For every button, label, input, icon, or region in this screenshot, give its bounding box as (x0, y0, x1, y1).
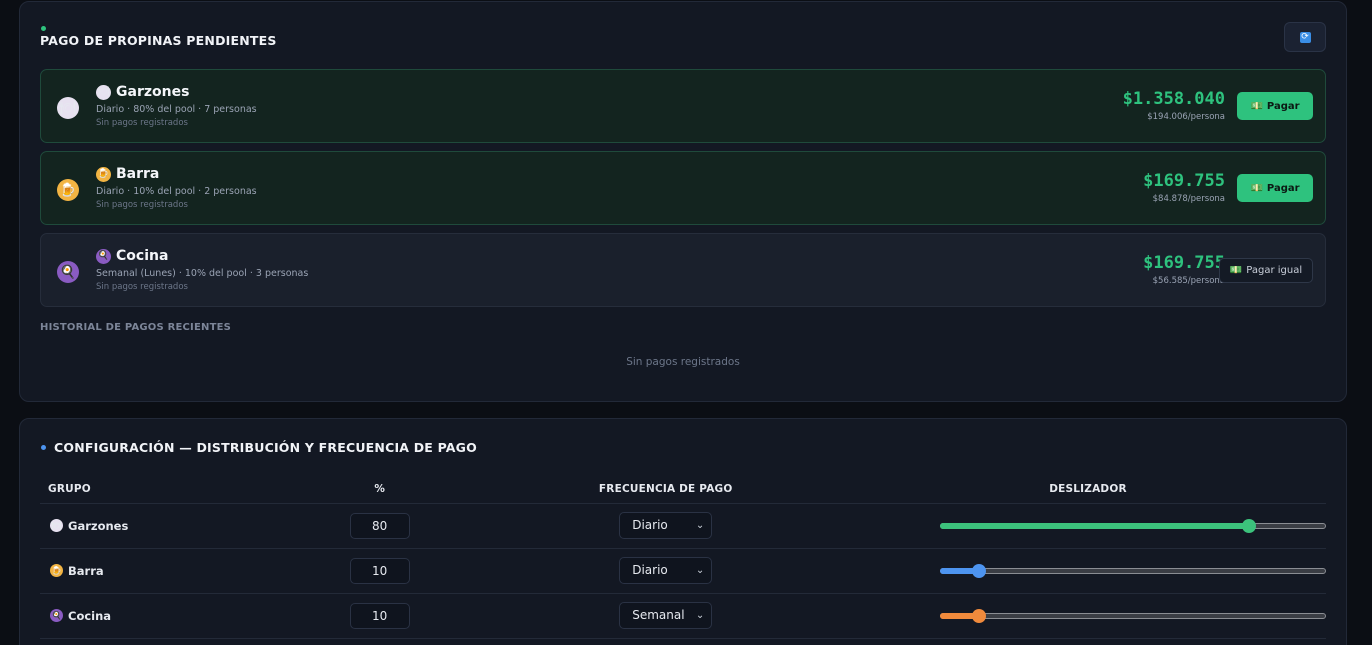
refresh-button[interactable]: ⟳ (1284, 22, 1326, 52)
slider-track (939, 612, 1326, 619)
beer-icon: 🍺 (50, 564, 63, 577)
cash-icon: 💵 (1229, 265, 1243, 276)
header-percent: % (277, 475, 482, 504)
plate-icon: 🍽 (50, 519, 63, 532)
group-history: Sin pagos registrados (96, 118, 188, 128)
beer-icon: 🍺 (96, 166, 111, 182)
pay-button[interactable]: 💵 Pagar (1237, 174, 1313, 202)
group-amount: $169.755 (1143, 171, 1225, 191)
pay-anyway-button[interactable]: 💵 Pagar igual (1219, 258, 1313, 283)
pay-button-label: Pagar (1266, 100, 1300, 112)
panel-title: CONFIGURACIÓN — DISTRIBUCIÓN Y FRECUENCI… (54, 440, 477, 455)
pay-button-label: Pagar (1266, 182, 1300, 194)
header-slider: DESLIZADOR (849, 475, 1326, 504)
table-row: 🍺 Barra 10 Diario ⌄ (40, 548, 1326, 594)
percent-input[interactable]: 10 (349, 602, 410, 629)
history-empty-note: Sin pagos registrados (626, 356, 740, 368)
group-name: Cocina (116, 248, 169, 264)
frequency-value: Diario (632, 518, 668, 532)
panel-title: PAGO DE PROPINAS PENDIENTES (40, 33, 277, 48)
group-name: Garzones (68, 518, 129, 533)
config-table: GRUPO % FRECUENCIA DE PAGO DESLIZADOR 🍽 … (40, 475, 1326, 639)
group-history: Sin pagos registrados (96, 200, 188, 210)
chevron-down-icon: ⌄ (695, 565, 705, 576)
chevron-down-icon: ⌄ (695, 520, 705, 531)
distribution-slider[interactable] (939, 518, 1326, 533)
group-history: Sin pagos registrados (96, 282, 188, 292)
table-header-row: GRUPO % FRECUENCIA DE PAGO DESLIZADOR (40, 475, 1326, 504)
status-dot (41, 26, 46, 31)
group-description: Semanal (Lunes) · 10% del pool · 3 perso… (96, 268, 309, 279)
table-row: 🍳 Cocina 10 Semanal ⌄ (40, 593, 1326, 639)
refresh-icon: ⟳ (1299, 31, 1311, 43)
config-panel: CONFIGURACIÓN — DISTRIBUCIÓN Y FRECUENCI… (19, 418, 1347, 645)
history-title: HISTORIAL DE PAGOS RECIENTES (40, 322, 232, 333)
group-card-barra: 🍺 🍺 Barra Diario · 10% del pool · 2 pers… (40, 151, 1326, 225)
group-per-person: $194.006/persona (1147, 112, 1225, 122)
frequency-select[interactable]: Diario ⌄ (619, 512, 713, 539)
frying-pan-icon: 🍳 (96, 248, 111, 264)
frequency-value: Semanal (632, 608, 685, 622)
cash-icon: 💵 (1250, 100, 1263, 112)
header-group: GRUPO (40, 475, 278, 504)
header-frequency: FRECUENCIA DE PAGO (481, 475, 850, 504)
distribution-slider[interactable] (939, 563, 1326, 578)
group-name: Barra (68, 563, 104, 578)
group-per-person: $56.585/persona (1152, 276, 1225, 286)
cash-icon: 💵 (1250, 182, 1263, 194)
group-amount: $169.755 (1143, 253, 1225, 273)
table-row: 🍽 Garzones 80 Diario ⌄ (40, 503, 1326, 549)
percent-input[interactable]: 80 (349, 512, 410, 539)
group-description: Diario · 80% del pool · 7 personas (96, 104, 257, 115)
group-name: Barra (116, 166, 160, 182)
frequency-value: Diario (632, 563, 668, 577)
slider-track (939, 567, 1326, 574)
slider-thumb[interactable] (971, 563, 986, 578)
slider-fill (939, 522, 1249, 529)
group-name: Garzones (116, 84, 190, 100)
status-dot (41, 445, 46, 450)
percent-input[interactable]: 10 (349, 557, 410, 584)
frequency-select[interactable]: Semanal ⌄ (619, 602, 713, 629)
group-card-cocina: 🍳 🍳 Cocina Semanal (Lunes) · 10% del poo… (40, 233, 1326, 307)
slider-thumb[interactable] (971, 608, 986, 623)
group-card-garzones: 🍽 🍽 Garzones Diario · 80% del pool · 7 p… (40, 69, 1326, 143)
plate-icon: 🍽 (57, 97, 79, 119)
beer-icon: 🍺 (57, 179, 79, 201)
pay-button[interactable]: 💵 Pagar (1237, 92, 1313, 120)
group-name: Cocina (68, 608, 112, 623)
plate-icon: 🍽 (96, 84, 111, 100)
pending-payments-panel: PAGO DE PROPINAS PENDIENTES ⟳ 🍽 🍽 Garzon… (19, 1, 1347, 402)
group-per-person: $84.878/persona (1152, 194, 1225, 204)
frying-pan-icon: 🍳 (57, 261, 79, 283)
distribution-slider[interactable] (939, 608, 1326, 623)
pay-button-label: Pagar igual (1246, 265, 1303, 276)
group-description: Diario · 10% del pool · 2 personas (96, 186, 257, 197)
slider-thumb[interactable] (1241, 518, 1256, 533)
chevron-down-icon: ⌄ (695, 610, 705, 621)
group-amount: $1.358.040 (1122, 89, 1225, 109)
frequency-select[interactable]: Diario ⌄ (619, 557, 713, 584)
frying-pan-icon: 🍳 (50, 609, 63, 622)
